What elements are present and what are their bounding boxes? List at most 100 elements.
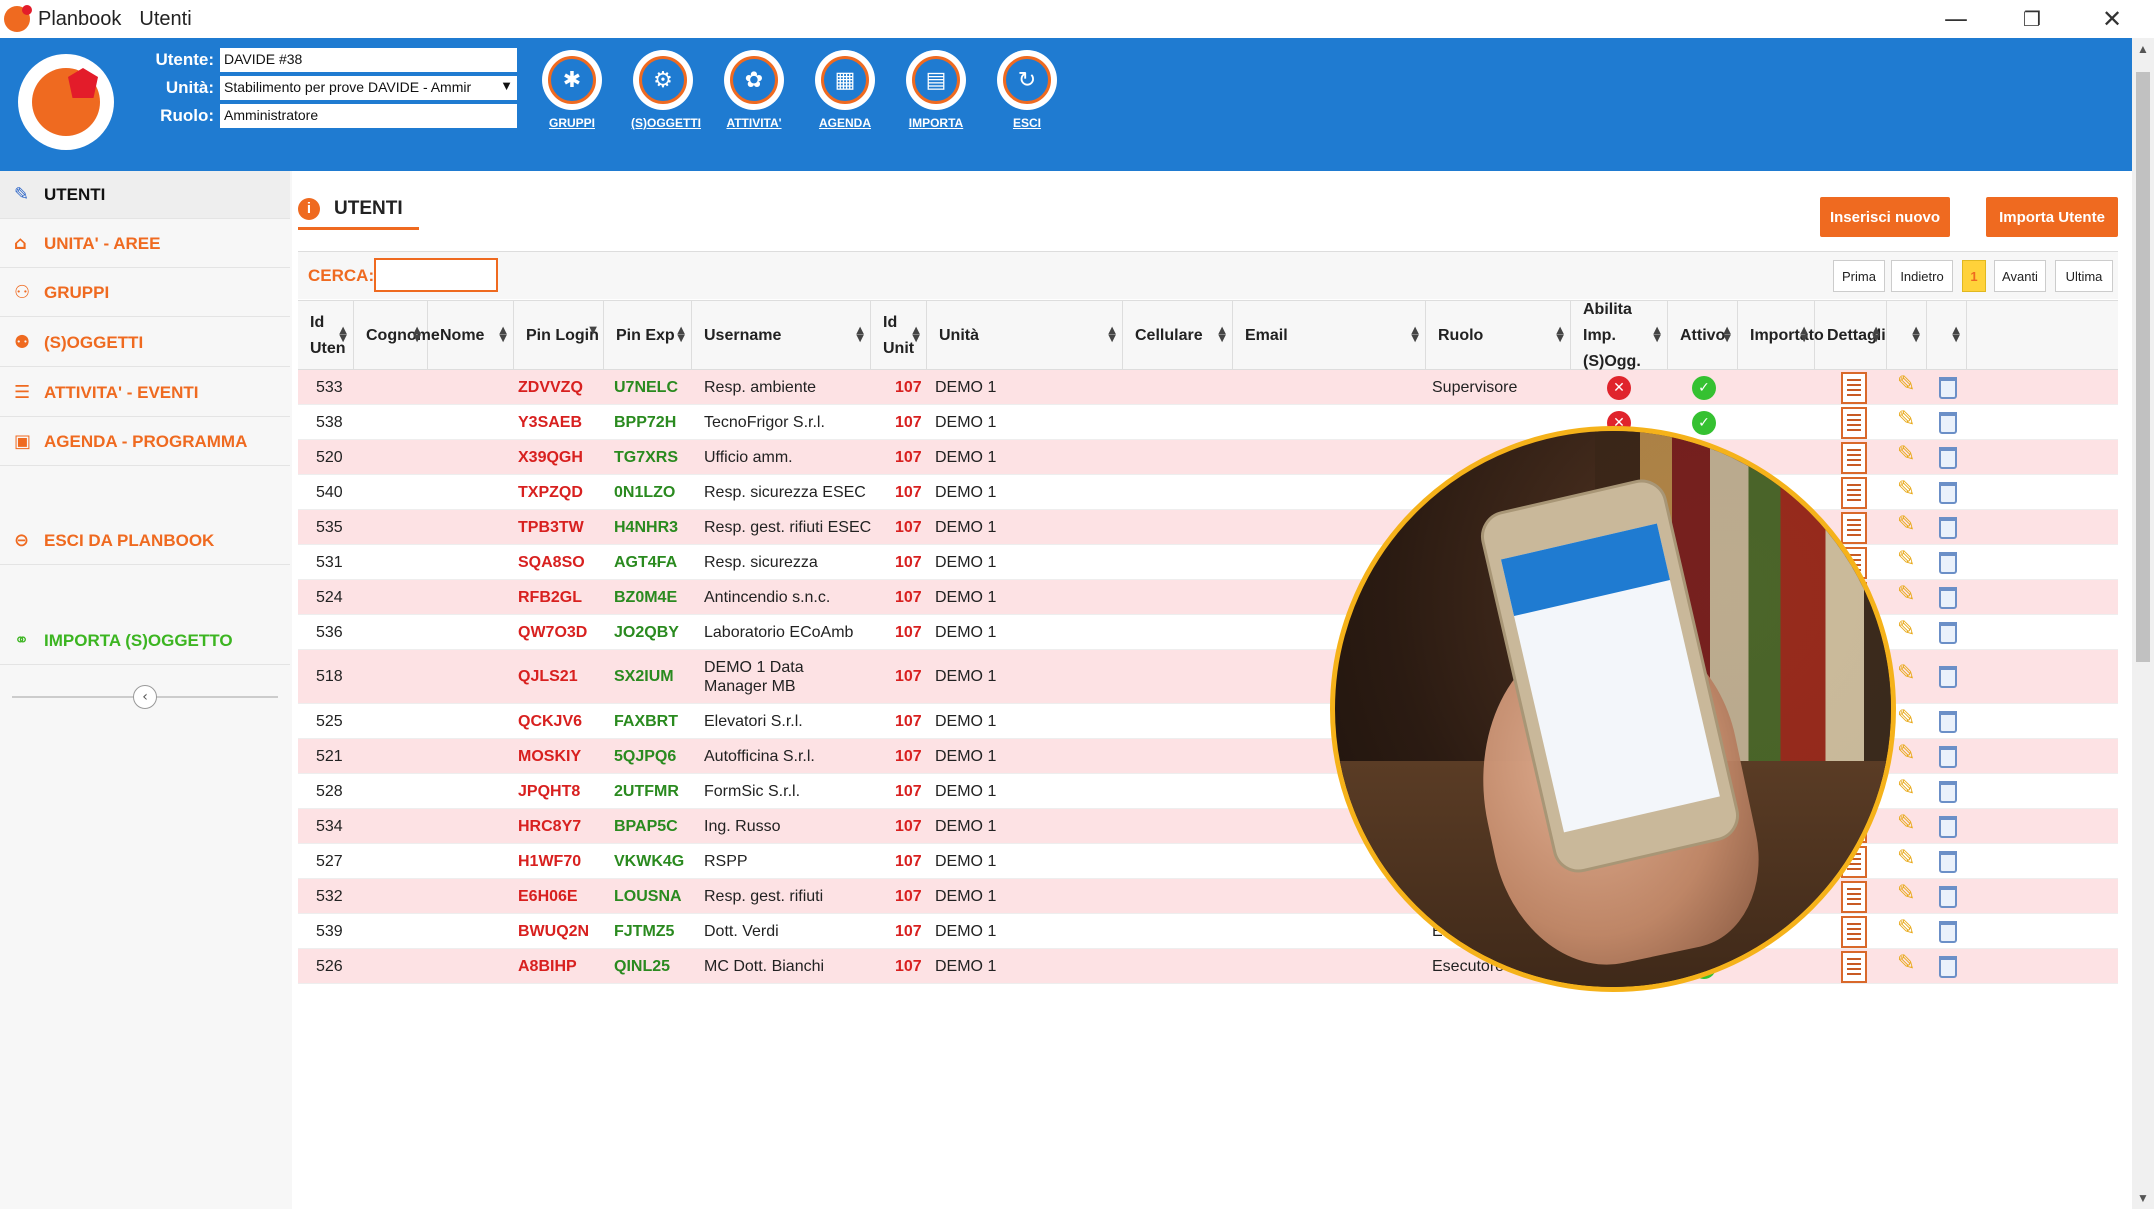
delete-trash-icon[interactable] xyxy=(1939,587,1957,609)
cell-id: 524 xyxy=(316,588,343,606)
delete-trash-icon[interactable] xyxy=(1939,622,1957,644)
edit-pencil-icon[interactable]: ✎ xyxy=(1897,881,1915,906)
sidebar-item-unita-aree[interactable]: ⌂ UNITA' - AREE xyxy=(0,220,290,268)
edit-pencil-icon[interactable]: ✎ xyxy=(1897,617,1915,642)
delete-trash-icon[interactable] xyxy=(1939,886,1957,908)
edit-pencil-icon[interactable]: ✎ xyxy=(1897,951,1915,976)
delete-trash-icon[interactable] xyxy=(1939,482,1957,504)
edit-pencil-icon[interactable]: ✎ xyxy=(1897,477,1915,502)
edit-pencil-icon[interactable]: ✎ xyxy=(1897,582,1915,607)
column-header[interactable]: Dettagli ▲ ▼ xyxy=(1815,301,1887,371)
delete-trash-icon[interactable] xyxy=(1939,746,1957,768)
edit-pencil-icon[interactable]: ✎ xyxy=(1897,372,1915,397)
insert-new-button[interactable]: Inserisci nuovo xyxy=(1820,197,1950,237)
delete-trash-icon[interactable] xyxy=(1939,781,1957,803)
delete-trash-icon[interactable] xyxy=(1939,377,1957,399)
delete-trash-icon[interactable] xyxy=(1939,956,1957,978)
sidebar-item-utenti[interactable]: ✎ UTENTI xyxy=(0,171,290,219)
cell-pin-exp: VKWK4G xyxy=(614,852,685,870)
edit-pencil-icon[interactable]: ✎ xyxy=(1897,846,1915,871)
sidebar-item-esci[interactable]: ⊖ ESCI DA PLANBOOK xyxy=(0,517,290,565)
edit-pencil-icon[interactable]: ✎ xyxy=(1897,741,1915,766)
column-header[interactable]: Ruolo ▲ ▼ xyxy=(1426,301,1571,371)
calendar-icon: ▦ xyxy=(821,56,869,104)
page-first-button[interactable]: Prima xyxy=(1833,260,1885,292)
edit-pencil-icon[interactable]: ✎ xyxy=(1897,706,1915,731)
delete-trash-icon[interactable] xyxy=(1939,851,1957,873)
cell-unita: DEMO 1 xyxy=(935,957,997,975)
restore-button[interactable]: ❐ xyxy=(1994,0,2070,38)
page-prev-button[interactable]: Indietro xyxy=(1891,260,1953,292)
page-last-button[interactable]: Ultima xyxy=(2055,260,2113,292)
column-header[interactable]: Unità ▲ ▼ xyxy=(927,301,1123,371)
cell-pin-login: ZDVVZQ xyxy=(518,378,583,396)
delete-trash-icon[interactable] xyxy=(1939,447,1957,469)
scroll-up-icon[interactable]: ▲ xyxy=(2132,42,2154,56)
cell-pin-exp: H4NHR3 xyxy=(614,518,679,536)
delete-trash-icon[interactable] xyxy=(1939,666,1957,688)
utente-field: Utente: DAVIDE #38 xyxy=(150,48,517,72)
page-current[interactable]: 1 xyxy=(1962,260,1986,292)
attivita-button[interactable]: ✿ ATTIVITA' xyxy=(722,50,786,130)
column-header[interactable]: Id Uten ▲ ▼ xyxy=(298,301,354,371)
cell-pin-login: TPB3TW xyxy=(518,518,584,536)
column-header[interactable]: Nome ▲ ▼ xyxy=(428,301,514,371)
column-header[interactable]: Pin Login ▼ xyxy=(514,301,604,371)
active-check-icon[interactable]: ✓ xyxy=(1692,376,1716,400)
edit-pencil-icon[interactable]: ✎ xyxy=(1897,442,1915,467)
delete-trash-icon[interactable] xyxy=(1939,412,1957,434)
details-icon[interactable] xyxy=(1841,372,1867,404)
table-row[interactable]: 533 ZDVVZQ U7NELC Resp. ambiente 107 DEMO 1 Su… xyxy=(298,370,2118,405)
edit-pencil-icon[interactable]: ✎ xyxy=(1897,811,1915,836)
column-header[interactable]: Email ▲ ▼ xyxy=(1233,301,1426,371)
sidebar-item-importa-soggetto[interactable]: ⚭ IMPORTA (S)OGGETTO xyxy=(0,617,290,665)
minimize-button[interactable]: — xyxy=(1918,0,1994,38)
column-header[interactable]: Pin Exp ▲ ▼ xyxy=(604,301,692,371)
column-header[interactable]: ▲ ▼ xyxy=(1927,301,1967,371)
delete-trash-icon[interactable] xyxy=(1939,816,1957,838)
gruppi-button[interactable]: ✱ GRUPPI xyxy=(540,50,604,130)
edit-pencil-icon[interactable]: ✎ xyxy=(1897,916,1915,941)
column-header[interactable]: Username ▲ ▼ xyxy=(692,301,871,371)
column-header[interactable]: Cognome ▲ ▼ xyxy=(354,301,440,371)
search-input[interactable] xyxy=(374,258,498,292)
unita-select[interactable]: Stabilimento per prove DAVIDE - Ammir ▼ xyxy=(220,76,517,100)
sidebar-item-soggetti[interactable]: ⚉ (S)OGGETTI xyxy=(0,319,290,367)
column-header-label: Username xyxy=(704,327,782,344)
edit-pencil-icon[interactable]: ✎ xyxy=(1897,776,1915,801)
scroll-down-icon[interactable]: ▼ xyxy=(2132,1191,2154,1205)
column-header-label: Email xyxy=(1245,327,1288,344)
esci-button[interactable]: ↻ ESCI xyxy=(995,50,1059,130)
cell-username: Antincendio s.n.c. xyxy=(704,588,831,606)
column-header[interactable]: Importato ▲ ▼ xyxy=(1738,301,1824,371)
delete-trash-icon[interactable] xyxy=(1939,921,1957,943)
column-header[interactable]: Abilita Imp. (S)Ogg. ▲ ▼ xyxy=(1571,301,1668,371)
edit-pencil-icon[interactable]: ✎ xyxy=(1897,547,1915,572)
agenda-button[interactable]: ▦ AGENDA xyxy=(813,50,877,130)
exit-icon: ⊖ xyxy=(14,530,30,551)
vertical-scrollbar[interactable]: ▲ ▼ xyxy=(2132,38,2154,1209)
delete-trash-icon[interactable] xyxy=(1939,552,1957,574)
column-header[interactable]: Cellulare ▲ ▼ xyxy=(1123,301,1233,371)
collapse-sidebar-button[interactable]: ‹ xyxy=(133,685,157,709)
sidebar-item-attivita-eventi[interactable]: ☰ ATTIVITA' - EVENTI xyxy=(0,369,290,417)
column-header[interactable]: ▲ ▼ xyxy=(1887,301,1927,371)
sort-icon: ▲ ▼ xyxy=(1556,325,1564,344)
page-next-button[interactable]: Avanti xyxy=(1994,260,2046,292)
scrollbar-thumb[interactable] xyxy=(2136,72,2150,662)
close-button[interactable]: ✕ xyxy=(2074,0,2150,38)
import-user-button[interactable]: Importa Utente xyxy=(1986,197,2118,237)
column-header[interactable]: Id Unit ▲ ▼ xyxy=(871,301,927,371)
disabled-x-icon[interactable]: ✕ xyxy=(1607,376,1631,400)
edit-pencil-icon[interactable]: ✎ xyxy=(1897,661,1915,686)
importa-button[interactable]: ▤ IMPORTA xyxy=(904,50,968,130)
edit-pencil-icon[interactable]: ✎ xyxy=(1897,407,1915,432)
sidebar-item-label: UNITA' - AREE xyxy=(44,233,161,253)
sidebar-item-agenda-programma[interactable]: ▣ AGENDA - PROGRAMMA xyxy=(0,418,290,466)
delete-trash-icon[interactable] xyxy=(1939,517,1957,539)
edit-pencil-icon[interactable]: ✎ xyxy=(1897,512,1915,537)
sidebar-item-gruppi[interactable]: ⚇ GRUPPI xyxy=(0,269,290,317)
soggetti-button[interactable]: ⚙ (S)OGGETTI xyxy=(631,50,701,130)
delete-trash-icon[interactable] xyxy=(1939,711,1957,733)
column-header[interactable]: Attivo ▲ ▼ xyxy=(1668,301,1738,371)
